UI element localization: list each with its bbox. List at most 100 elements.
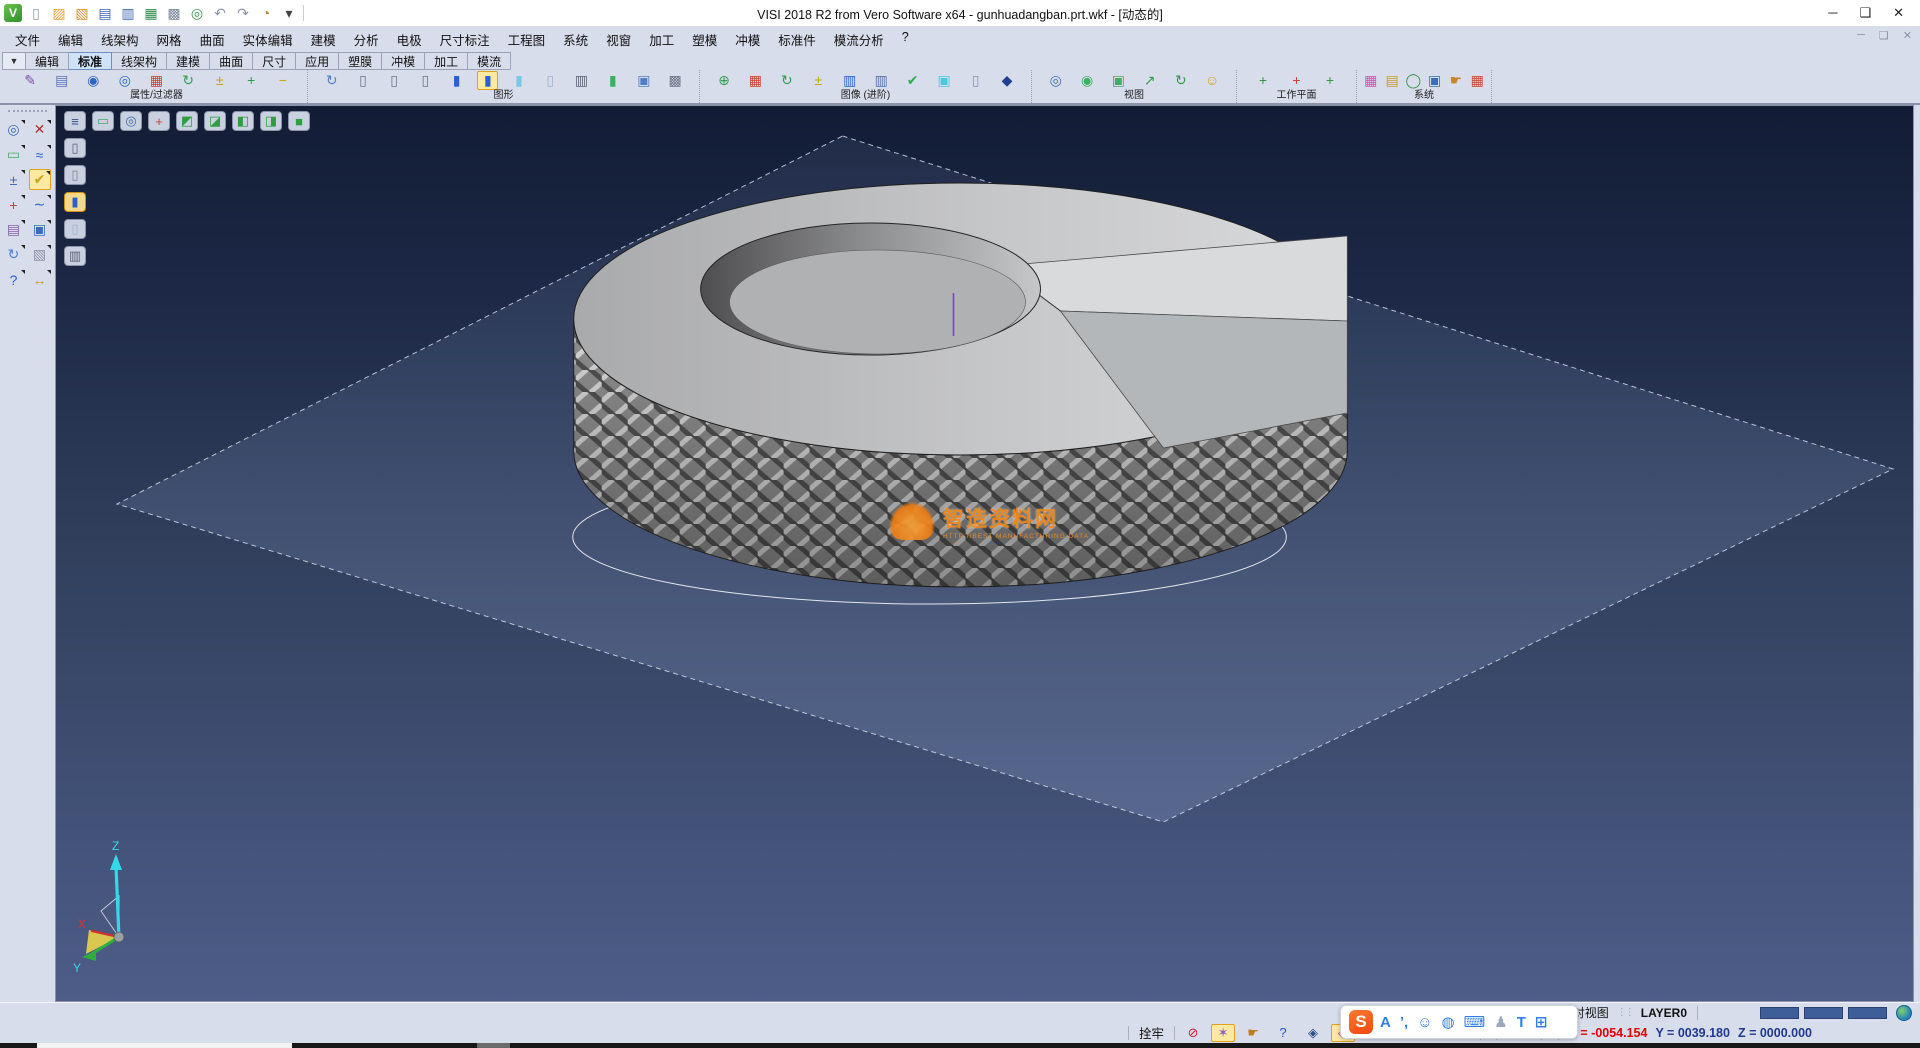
magic-wand-icon[interactable]: ✶ [1211, 1024, 1235, 1042]
toggle-visibility-icon[interactable]: ± [209, 71, 230, 90]
pick-hand-icon[interactable]: ☛ [1241, 1024, 1265, 1042]
ime-punct-icon[interactable]: ’, [1400, 1014, 1408, 1031]
mdi-minimize-button[interactable]: ─ [1857, 29, 1865, 42]
active-layer[interactable]: LAYER0 [1637, 1006, 1691, 1020]
tab-dimension[interactable]: 尺寸 [253, 52, 296, 70]
view-cube-bottom-icon[interactable]: ◪ [204, 111, 226, 131]
ime-emoji-icon[interactable]: ☺ [1417, 1014, 1432, 1031]
tab-mould[interactable]: 塑膜 [339, 52, 382, 70]
grid-settings-icon[interactable]: ▦ [1467, 71, 1488, 90]
save-icon[interactable]: ▤ [95, 3, 115, 23]
dynamic-view-icon[interactable]: ◈ [1301, 1024, 1325, 1042]
tab-surface[interactable]: 曲面 [210, 52, 253, 70]
filter-traffic-light-icon[interactable]: ▦ [146, 71, 167, 90]
refresh-filter-icon[interactable]: ↻ [178, 71, 199, 90]
minimize-button[interactable]: ─ [1828, 5, 1837, 21]
ime-keyboard-icon[interactable]: ⌨ [1464, 1013, 1486, 1031]
settings-page-icon[interactable]: ▤ [1382, 71, 1403, 90]
zoom-window-icon[interactable]: ◉ [1077, 71, 1098, 90]
menu-die[interactable]: 冲模 [726, 26, 769, 53]
striped-solid-icon[interactable]: ▥ [839, 71, 860, 90]
view-menu-icon[interactable]: ≡ [64, 111, 86, 131]
striped-solid-alt-icon[interactable]: ▥ [871, 71, 892, 90]
smiley-view-icon[interactable]: ☺ [1202, 71, 1223, 90]
system-config-icon[interactable]: ◯ [1403, 71, 1424, 90]
window-setup-icon[interactable]: ▣ [1424, 71, 1445, 90]
mdi-close-button[interactable]: ✕ [1903, 29, 1912, 42]
ime-toolbar[interactable]: S A’,☺◍⌨♟T⊞ [1340, 1005, 1578, 1039]
menu-file[interactable]: 文件 [6, 26, 49, 53]
measure-icon[interactable]: ↔ [29, 269, 51, 290]
close-button[interactable]: ✕ [1893, 5, 1904, 21]
add-view-icon[interactable]: ⊕ [713, 71, 734, 90]
erase-edit-icon[interactable]: ✕ [29, 119, 51, 140]
menu-flow-analysis[interactable]: 模流分析 [825, 26, 893, 53]
tab-dropdown-button[interactable]: ▼ [2, 52, 26, 70]
save-as-icon[interactable]: ▥ [118, 3, 138, 23]
show-all-icon[interactable]: + [241, 71, 262, 90]
menu-mesh[interactable]: 网格 [148, 26, 191, 53]
triad-icon[interactable]: + [148, 111, 170, 131]
dashed-hidden-icon[interactable]: ▯ [415, 71, 436, 90]
more-commands-icon[interactable]: ▾ [279, 3, 299, 23]
globe-icon[interactable] [1896, 1005, 1912, 1021]
view-plusminus-icon[interactable]: ± [808, 71, 829, 90]
tab-standard[interactable]: 标准 [69, 52, 112, 70]
pan-icon[interactable]: ↗ [1139, 71, 1160, 90]
save-all-icon[interactable]: ▦ [141, 3, 161, 23]
ime-skin-icon[interactable]: ♟ [1494, 1013, 1507, 1031]
open-model-icon[interactable]: ▧ [72, 3, 92, 23]
display-hidden-icon[interactable]: ▯ [64, 165, 86, 185]
copy-solid-icon[interactable]: ▣ [934, 71, 955, 90]
menu-drawing[interactable]: 工程图 [499, 26, 555, 53]
ime-shirt-icon[interactable]: T [1517, 1014, 1526, 1031]
menu-electrode[interactable]: 电极 [388, 26, 431, 53]
redo-icon[interactable]: ↷ [233, 3, 253, 23]
rotate-view-icon[interactable]: ↻ [1170, 71, 1191, 90]
regen-solids-icon[interactable]: ↻ [321, 71, 342, 90]
menu-machining[interactable]: 加工 [640, 26, 683, 53]
menu-standard-parts[interactable]: 标准件 [769, 26, 825, 53]
wire-solid-icon[interactable]: ▯ [965, 71, 986, 90]
undo-icon[interactable]: ↶ [210, 3, 230, 23]
snap-lock-toggle[interactable]: 拴牢 [1135, 1023, 1168, 1042]
display-ghost-icon[interactable]: ▯ [64, 219, 86, 239]
zoom-extents-icon[interactable]: ◎ [1045, 71, 1066, 90]
tab-modeling[interactable]: 建模 [167, 52, 210, 70]
menu-surface[interactable]: 曲面 [191, 26, 234, 53]
refresh-view-icon[interactable]: ↻ [776, 71, 797, 90]
workplane-world-icon[interactable]: + [1253, 71, 1274, 90]
menu-window[interactable]: 视窗 [597, 26, 640, 53]
edit-curve-icon[interactable]: ∼ [29, 194, 51, 215]
menu-solid-edit[interactable]: 实体编辑 [234, 26, 302, 53]
display-hatched-icon[interactable]: ▥ [64, 246, 86, 266]
view-manager-icon[interactable]: ▦ [745, 71, 766, 90]
display-shaded-icon[interactable]: ▮ [64, 192, 86, 212]
hide-all-icon[interactable]: − [272, 71, 293, 90]
tab-die[interactable]: 冲模 [382, 52, 425, 70]
selection-options-icon[interactable]: ◎ [3, 119, 25, 140]
ime-voice-icon[interactable]: ◍ [1442, 1013, 1455, 1031]
ime-toolbox-icon[interactable]: ⊞ [1535, 1013, 1548, 1031]
solid-new-icon[interactable]: ▮ [602, 71, 623, 90]
show-entities-icon[interactable]: ◉ [83, 71, 104, 90]
capture-icon[interactable]: ◔ [256, 3, 276, 23]
menu-modeling[interactable]: 建模 [302, 26, 345, 53]
wireframe-render-icon[interactable]: ▯ [352, 71, 373, 90]
solid-cube-icon[interactable]: ▧ [29, 244, 51, 265]
modify-attributes-icon[interactable]: ✎ [20, 71, 41, 90]
zoom-dynamic-icon[interactable]: ◎ [120, 111, 142, 131]
tab-wireframe[interactable]: 线架构 [112, 52, 167, 70]
3d-viewport[interactable]: Z X Y ≡▭◎+◩◪◧◨■ ▯▯▮▯▥ 智造资料网 HTTP://BEST … [55, 105, 1914, 1002]
sketch-curve-icon[interactable]: ≈ [29, 144, 51, 165]
maximize-button[interactable]: ❑ [1859, 5, 1871, 21]
workplane-entity-icon[interactable]: + [1286, 71, 1307, 90]
flat-render-icon[interactable]: ▯ [540, 71, 561, 90]
display-wireframe-icon[interactable]: ▯ [64, 138, 86, 158]
menu-edit[interactable]: 编辑 [49, 26, 92, 53]
entity-info-icon[interactable]: ▤ [51, 71, 72, 90]
snap-settings-icon[interactable]: ☛ [1445, 71, 1466, 90]
solid-tools-icon[interactable]: ▩ [665, 71, 686, 90]
no-snap-icon[interactable]: ⊘ [1181, 1024, 1205, 1042]
tab-apply[interactable]: 应用 [296, 52, 339, 70]
